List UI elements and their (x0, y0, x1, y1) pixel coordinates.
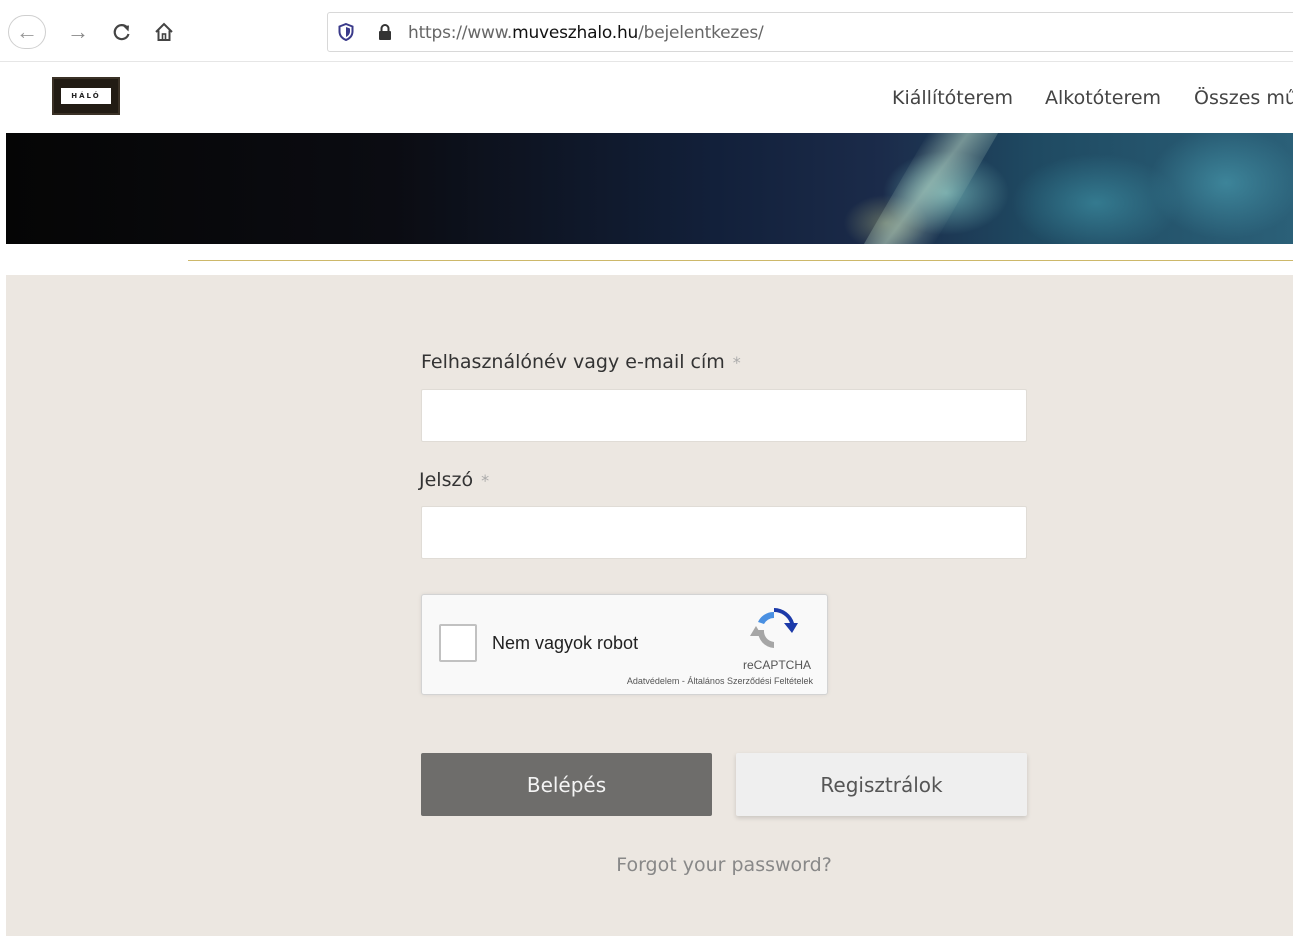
username-input[interactable] (421, 389, 1027, 442)
username-label: Felhasználónév vagy e-mail cím * (421, 351, 741, 373)
address-bar[interactable]: https://www.muveszhalo.hu/bejelentkezes/ (327, 12, 1293, 52)
divider (188, 260, 1293, 261)
recaptcha-checkbox[interactable] (439, 624, 477, 662)
recaptcha-widget: Nem vagyok robot reCAPTCHA Adatvédelem -… (421, 594, 828, 695)
forgot-password-link[interactable]: Forgot your password? (0, 854, 1293, 876)
url-text: https://www.muveszhalo.hu/bejelentkezes/ (408, 23, 764, 43)
register-button[interactable]: Regisztrálok (736, 753, 1027, 816)
required-mark: * (481, 471, 490, 490)
nav-item-alkototerem[interactable]: Alkotóterem (1045, 87, 1161, 109)
logo-text: HÁLÓ (61, 88, 111, 104)
home-icon[interactable] (146, 14, 182, 50)
reload-icon[interactable] (104, 14, 140, 50)
forward-icon[interactable]: → (60, 14, 96, 50)
required-mark: * (732, 353, 741, 372)
nav-item-osszes-mu[interactable]: Összes mű (1194, 87, 1293, 109)
site-logo[interactable]: HÁLÓ (52, 77, 120, 115)
shield-icon[interactable] (338, 22, 354, 42)
browser-toolbar: ← → https://www.muveszhalo.hu/bejelentke… (0, 0, 1293, 62)
banner-decoration (863, 133, 999, 244)
back-icon[interactable]: ← (8, 15, 46, 49)
site-header: HÁLÓ Kiállítóterem Alkotóterem Összes mű (0, 63, 1293, 133)
password-input[interactable] (421, 506, 1027, 559)
hero-banner (6, 133, 1293, 244)
recaptcha-links[interactable]: Adatvédelem - Általános Szerződési Felté… (627, 676, 813, 686)
password-label: Jelszó * (419, 469, 490, 491)
login-button[interactable]: Belépés (421, 753, 712, 816)
recaptcha-label: Nem vagyok robot (492, 633, 639, 653)
recaptcha-brand: reCAPTCHA (742, 658, 811, 672)
lock-icon[interactable] (376, 23, 394, 41)
recaptcha-icon (750, 608, 798, 652)
nav-item-kiallitoterem[interactable]: Kiállítóterem (892, 87, 1013, 109)
